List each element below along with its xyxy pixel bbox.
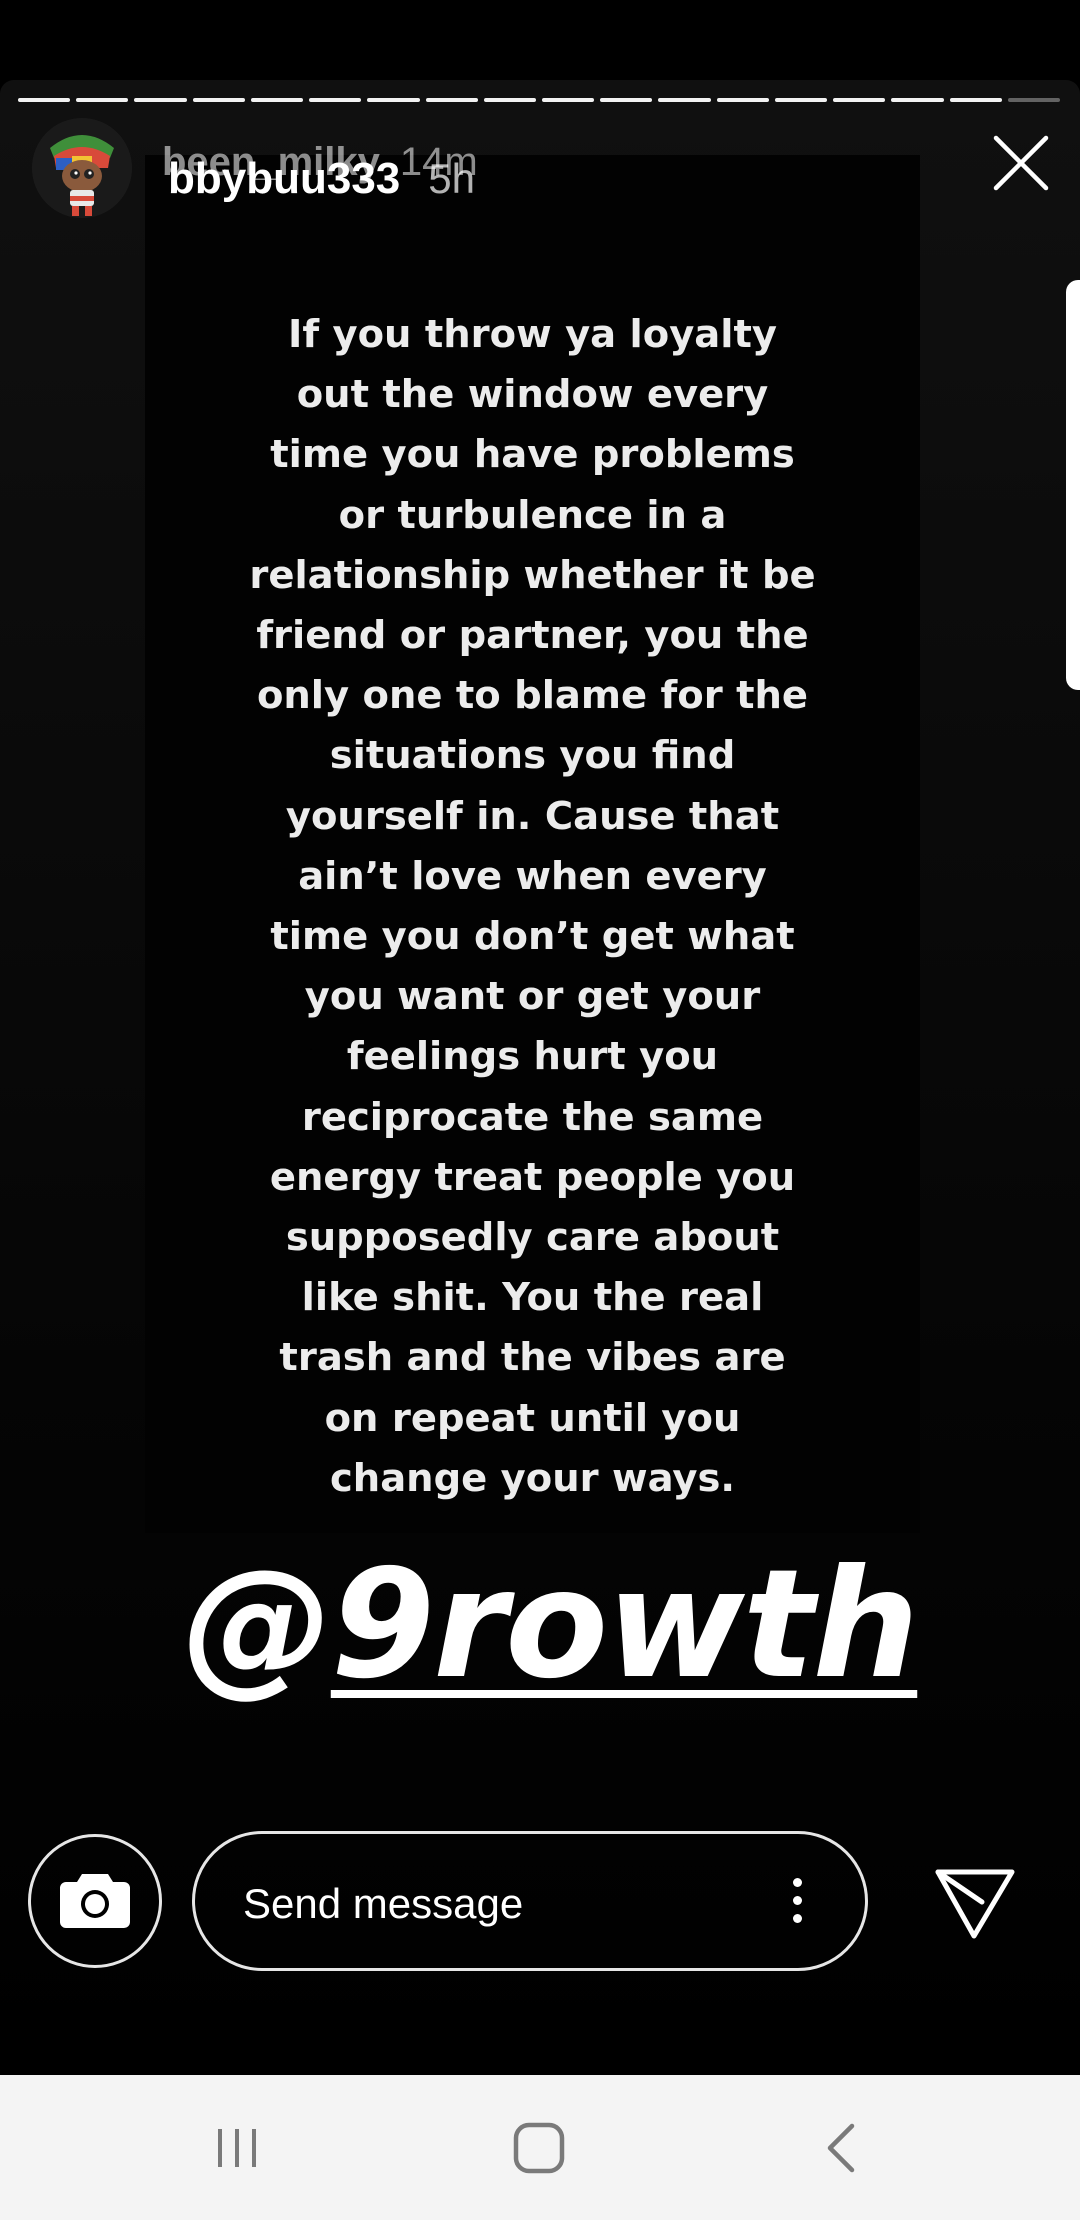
home-button[interactable] [479,2075,599,2220]
mention-sticker[interactable]: @9rowth [110,1535,990,1715]
story-progress-segment [541,98,595,102]
story-progress-segment [18,98,71,102]
story-progress-segment [309,98,362,102]
story-progress-segment [833,98,886,102]
send-icon [935,1869,1015,1939]
story-progress-bar [18,98,1060,104]
username-text[interactable]: bbybuu333 [168,154,400,203]
story-progress-segment [483,98,536,102]
camera-button[interactable] [28,1834,162,1968]
recents-button[interactable] [177,2075,297,2220]
story-progress-segment [600,98,653,102]
story-image: If you throw ya loyalty out the window e… [145,155,920,1533]
story-progress-segment [949,98,1002,102]
story-progress-segment [192,98,245,102]
camera-icon [60,1874,130,1928]
mention-at: @ [182,1538,333,1712]
story-progress-segment [250,98,304,102]
send-message-input[interactable]: Send message [192,1831,868,1971]
story-progress-segment [716,98,769,102]
system-navigation-bar [0,2075,1080,2220]
story-progress-segment [774,98,828,102]
story-progress-segment [1007,98,1060,102]
more-options-button[interactable] [787,1878,807,1930]
mention-name[interactable]: 9rowth [331,1538,919,1712]
send-button[interactable] [930,1862,1020,1942]
story-progress-segment [891,98,944,102]
story-progress-segment [367,98,420,102]
send-message-placeholder: Send message [243,1880,524,1927]
more-vertical-icon [787,1878,807,1923]
avatar[interactable] [32,118,132,218]
next-story-edge[interactable] [1066,280,1080,690]
close-icon [993,135,1049,191]
quote-text: If you throw ya loyalty out the window e… [249,312,816,1501]
back-button[interactable] [781,2075,901,2220]
story-username[interactable]: bbybuu333 5h [168,154,475,204]
doll-avatar-icon [32,118,132,218]
story-progress-segment [134,98,187,102]
back-icon [827,2123,855,2172]
story-progress-segment [658,98,711,102]
story-progress-segment [425,98,478,102]
recents-icon [218,2128,256,2167]
post-time: 5h [428,155,475,202]
close-button[interactable] [990,132,1052,194]
home-icon [513,2122,565,2173]
story-progress-segment [76,98,129,102]
